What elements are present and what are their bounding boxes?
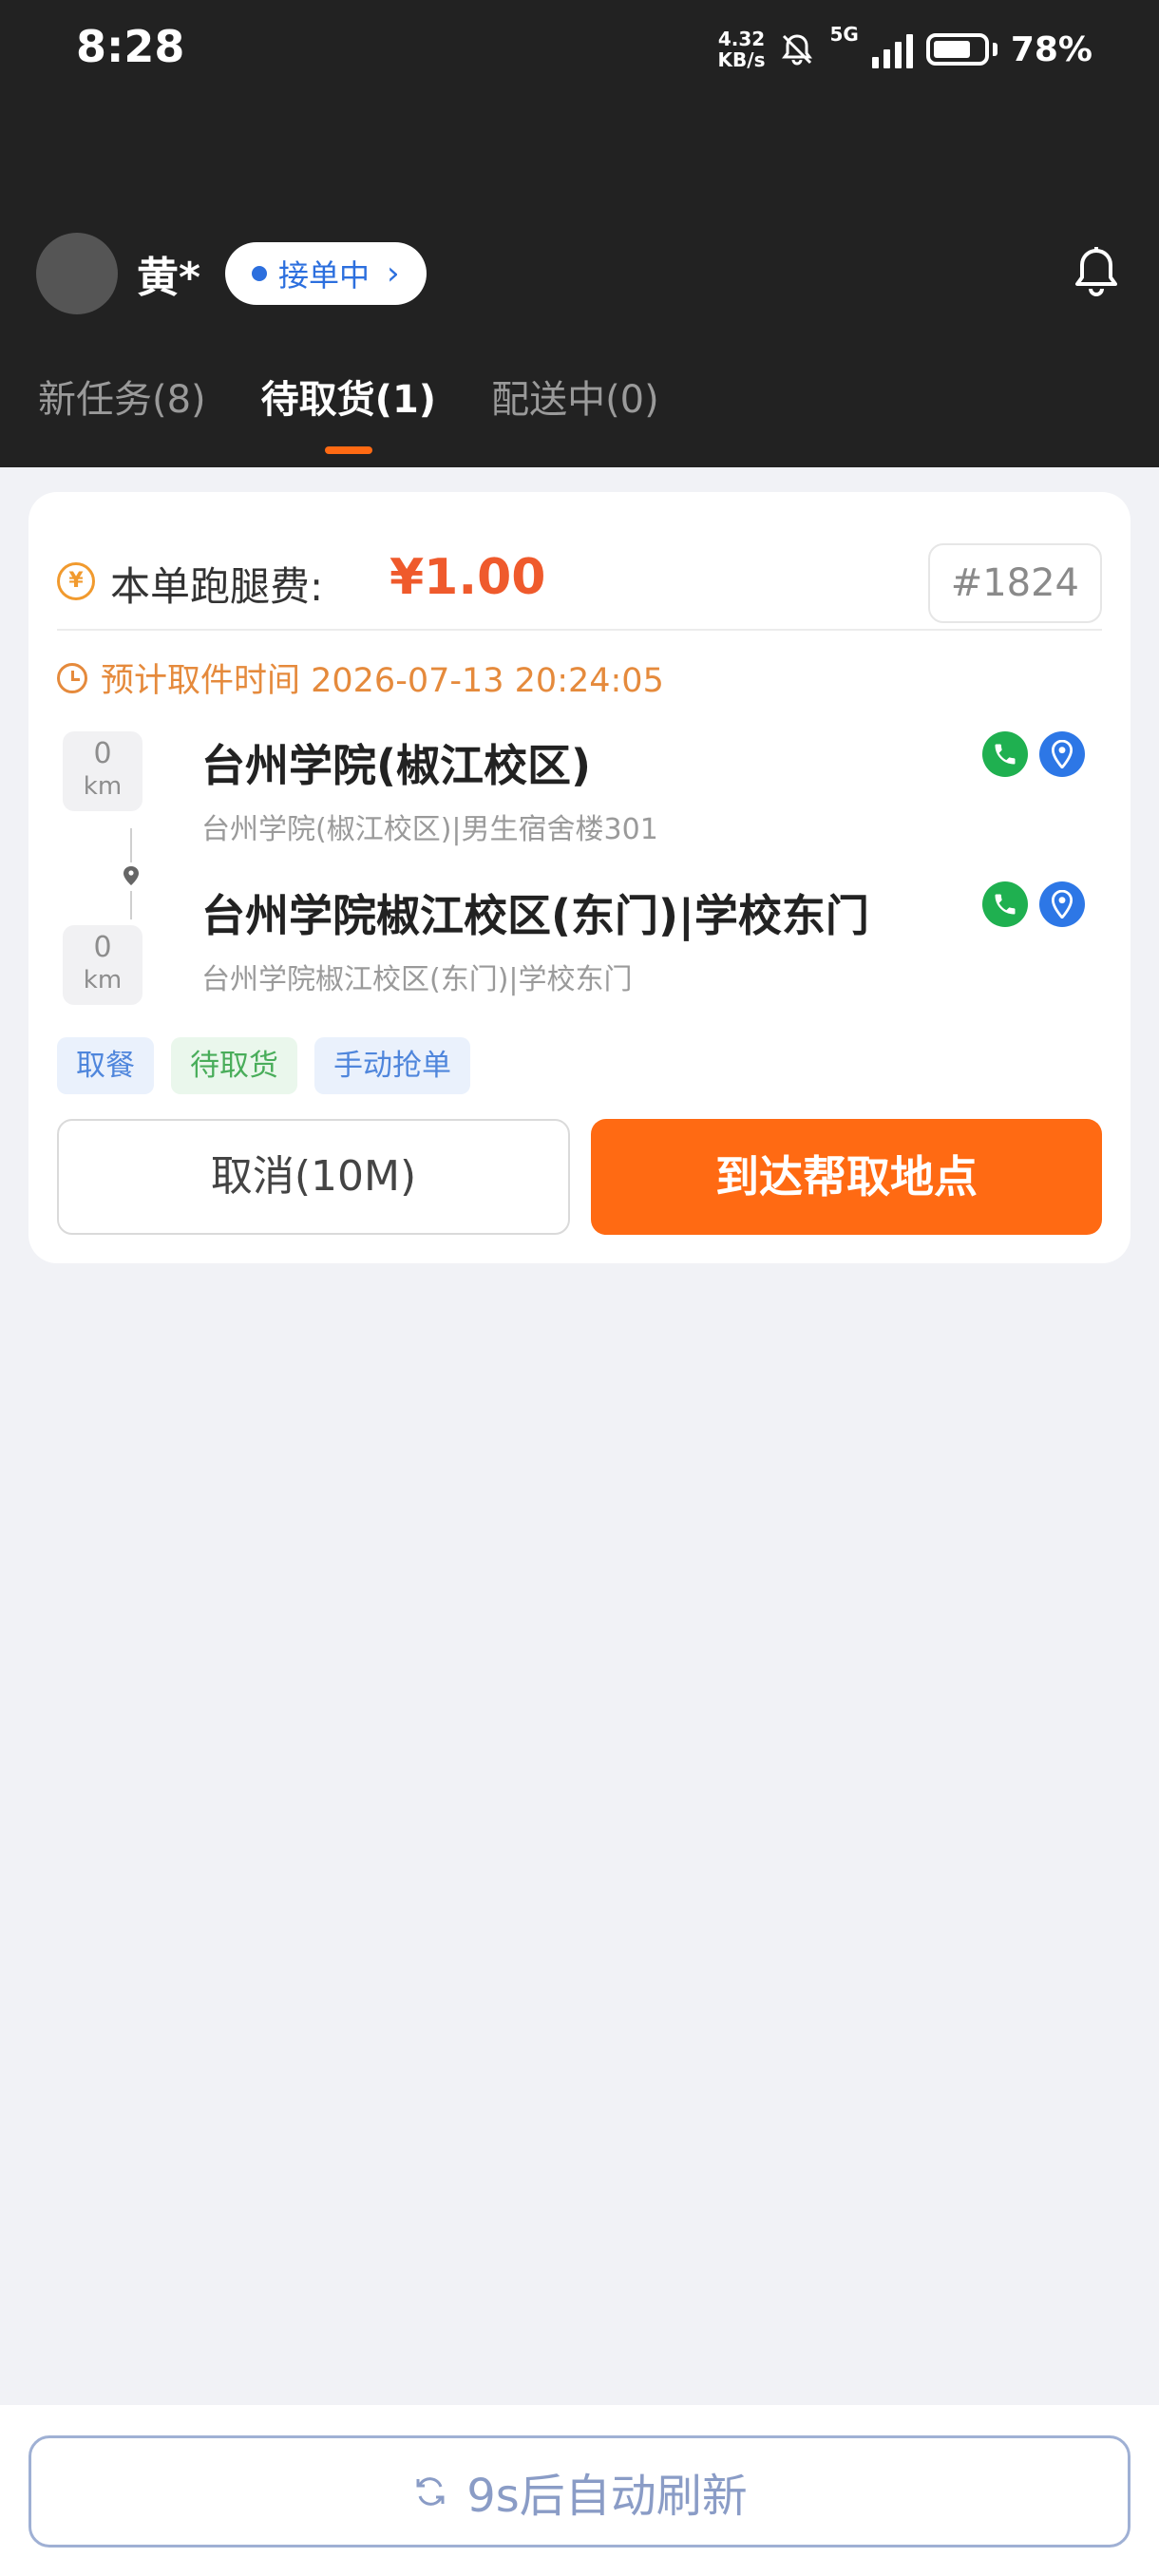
battery-percent: 78% <box>1010 29 1092 69</box>
yen-icon: ¥ <box>57 562 95 600</box>
tag-meal: 取餐 <box>57 1037 154 1094</box>
cancel-button[interactable]: 取消(10M) <box>57 1119 570 1235</box>
battery-tip <box>992 43 998 56</box>
refresh-icon <box>416 2477 445 2506</box>
task-tabs: 新任务(8) 待取货(1) 配送中(0) <box>38 369 659 426</box>
status-dot <box>252 266 268 281</box>
location-address: 台州学院椒江校区(东门)|学校东门 <box>201 963 633 996</box>
pickup-location: 0 km 台州学院(椒江校区) 台州学院(椒江校区)|男生宿舍楼301 <box>63 731 1102 846</box>
location-title: 台州学院椒江校区(东门)|学校东门 <box>201 890 869 941</box>
top-header: 8:28 4.32 KB/s 5G 78% 黄* 接单中 › 新任务(8) 待取… <box>0 0 1159 467</box>
tag-manual-grab: 手动抢单 <box>314 1037 470 1094</box>
bell-icon[interactable] <box>1070 245 1123 302</box>
net-speed-value: 4.32 <box>717 28 766 50</box>
signal-icon <box>871 30 913 68</box>
network-type: 5G <box>829 23 859 46</box>
user-name: 黄* <box>137 254 201 302</box>
map-pin-icon[interactable] <box>1039 881 1085 927</box>
clock-icon <box>57 662 87 693</box>
status-bar: 8:28 4.32 KB/s 5G 78% <box>0 0 1159 100</box>
fee-value: ¥1.00 <box>390 549 546 606</box>
tab-new-tasks[interactable]: 新任务(8) <box>38 369 206 426</box>
fee-row: ¥ 本单跑腿费: ¥1.00 #1824 <box>57 528 1102 633</box>
fee-label: 本单跑腿费: <box>110 563 324 610</box>
bell-muted-icon <box>782 34 813 66</box>
order-number: #1824 <box>927 543 1102 623</box>
distance-badge: 0 km <box>63 925 142 1005</box>
net-speed-unit: KB/s <box>717 48 766 71</box>
pickup-time: 预计取件时间 2026-07-13 20:24:05 <box>57 653 664 702</box>
distance-value: 0 <box>93 931 112 964</box>
tag-awaiting-pickup: 待取货 <box>171 1037 297 1094</box>
user-info: 黄* 接单中 › <box>36 233 427 314</box>
pickup-time-text: 预计取件时间 2026-07-13 20:24:05 <box>101 662 664 700</box>
dropoff-location: 0 km 台州学院椒江校区(东门)|学校东门 台州学院椒江校区(东门)|学校东门 <box>63 880 1102 1005</box>
location-title: 台州学院(椒江校区) <box>201 740 592 791</box>
tab-awaiting-pickup[interactable]: 待取货(1) <box>261 369 436 426</box>
battery-icon <box>925 33 989 66</box>
chevron-right-icon: › <box>387 255 400 293</box>
net-speed: 4.32 KB/s <box>718 28 766 70</box>
phone-icon[interactable] <box>982 731 1028 777</box>
distance-value: 0 <box>93 737 112 770</box>
map-pin-icon[interactable] <box>1039 731 1085 777</box>
status-time: 8:28 <box>76 21 185 72</box>
status-icons: 4.32 KB/s 5G 78% <box>718 21 1092 78</box>
order-card[interactable]: ¥ 本单跑腿费: ¥1.00 #1824 预计取件时间 2026-07-13 2… <box>28 492 1130 1263</box>
footer: 9s后自动刷新 <box>0 2405 1159 2576</box>
refresh-label: 9s后自动刷新 <box>466 2470 748 2523</box>
distance-badge: 0 km <box>63 731 142 811</box>
location-address: 台州学院(椒江校区)|男生宿舍楼301 <box>201 813 658 846</box>
distance-unit: km <box>83 772 123 801</box>
phone-icon[interactable] <box>982 881 1028 927</box>
avatar[interactable] <box>36 233 118 314</box>
order-tags: 取餐 待取货 手动抢单 <box>57 1037 470 1094</box>
order-status-pill[interactable]: 接单中 › <box>225 242 427 305</box>
divider <box>57 629 1102 631</box>
tab-delivering[interactable]: 配送中(0) <box>491 369 659 426</box>
distance-unit: km <box>83 966 123 994</box>
status-pill-label: 接单中 <box>278 257 370 294</box>
auto-refresh-button[interactable]: 9s后自动刷新 <box>28 2435 1130 2548</box>
arrive-pickup-button[interactable]: 到达帮取地点 <box>591 1119 1102 1235</box>
